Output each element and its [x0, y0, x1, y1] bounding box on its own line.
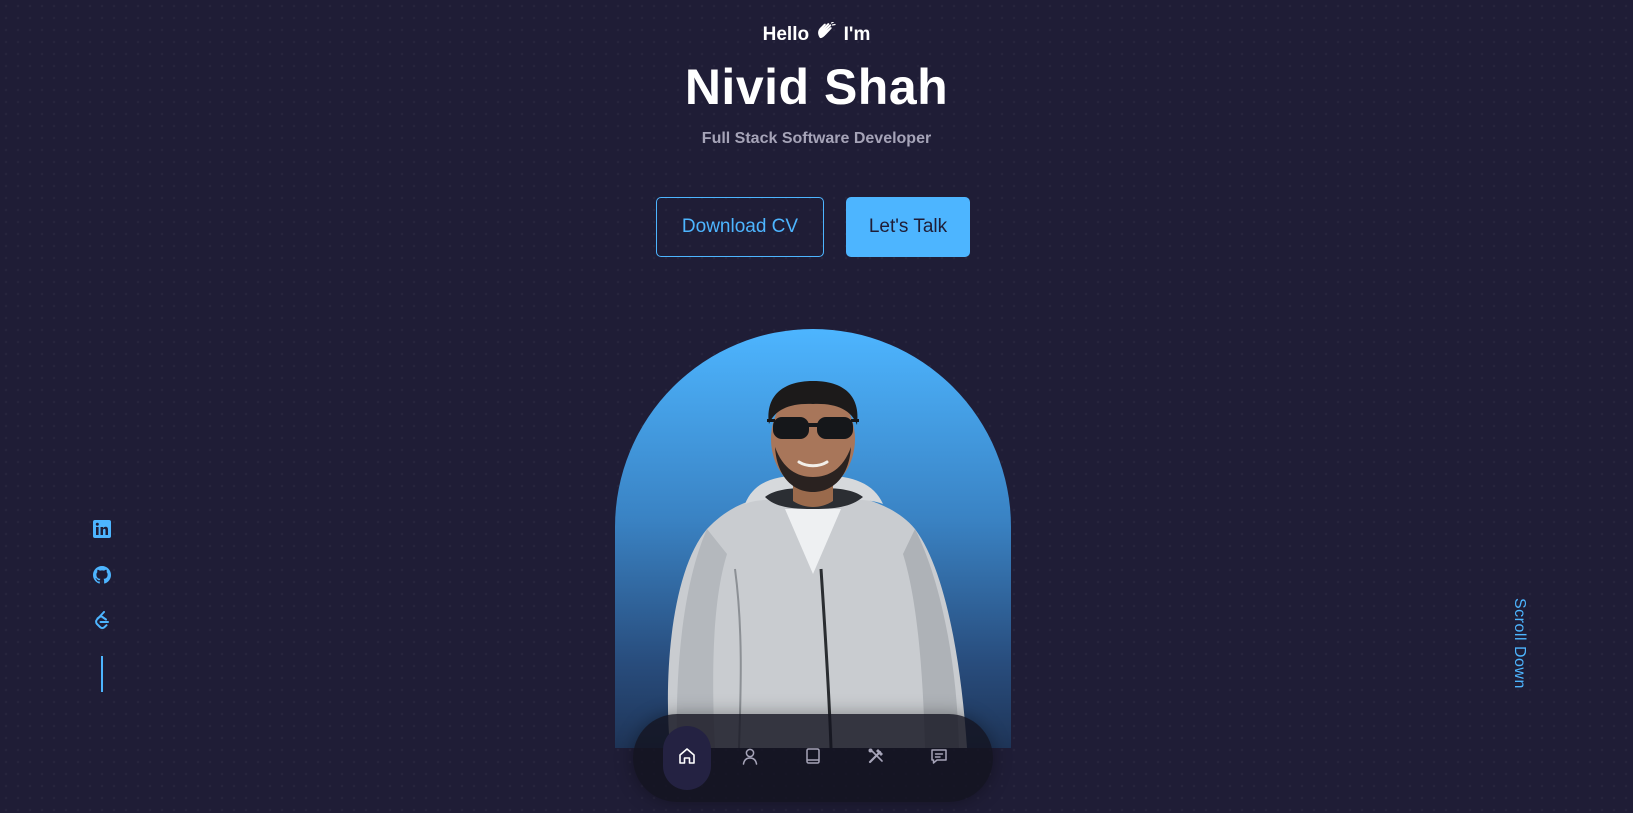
scroll-down-link[interactable]: Scroll Down — [1510, 598, 1528, 689]
nav-about[interactable] — [726, 734, 774, 782]
download-cv-button[interactable]: Download CV — [656, 197, 824, 257]
linkedin-icon — [93, 519, 111, 543]
greeting-im: I'm — [843, 24, 871, 45]
message-icon — [929, 746, 949, 771]
nav-home[interactable] — [663, 726, 711, 790]
leetcode-icon — [93, 610, 111, 636]
greeting: Hello I'm — [0, 21, 1633, 46]
lets-talk-button[interactable]: Let's Talk — [846, 197, 970, 257]
greeting-hello: Hello — [762, 24, 810, 45]
profile-portrait — [615, 329, 1011, 748]
leetcode-link[interactable] — [91, 610, 113, 636]
linkedin-link[interactable] — [91, 519, 113, 543]
nav-contact[interactable] — [915, 734, 963, 782]
hero-name: Nivid Shah — [684, 59, 949, 115]
github-icon — [92, 565, 112, 590]
social-links — [91, 519, 113, 692]
social-divider-line — [101, 656, 103, 692]
bottom-nav — [633, 714, 993, 802]
nav-services[interactable] — [852, 734, 900, 782]
waving-hand-icon — [816, 21, 836, 46]
user-icon — [740, 746, 760, 771]
home-icon — [677, 746, 697, 771]
tools-icon — [866, 746, 886, 771]
github-link[interactable] — [91, 565, 113, 590]
hero-role: Full Stack Software Developer — [701, 130, 932, 147]
nav-experience[interactable] — [789, 734, 837, 782]
book-icon — [803, 746, 823, 771]
